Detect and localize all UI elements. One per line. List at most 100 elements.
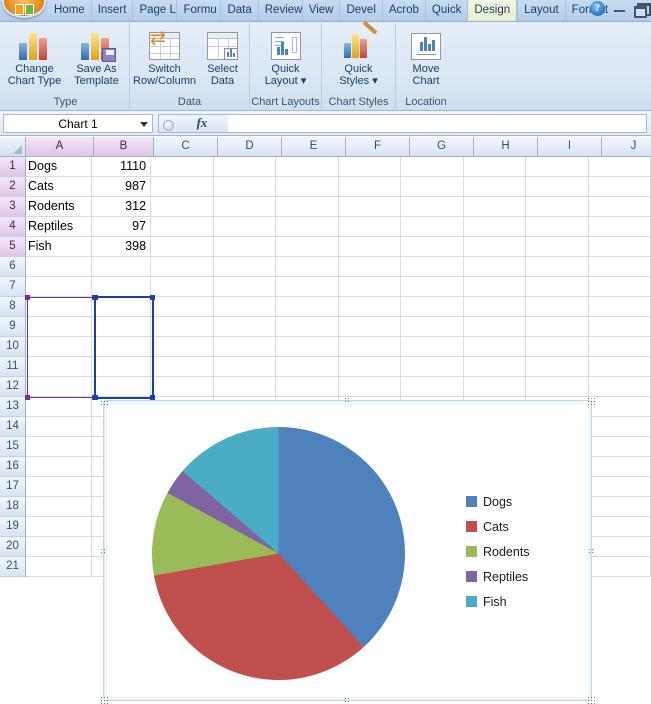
column-header-D[interactable]: D — [218, 137, 282, 157]
cell-I6[interactable] — [526, 257, 589, 277]
tab-layout[interactable]: Layout — [517, 0, 565, 21]
row-header-5[interactable]: 5 — [0, 237, 26, 257]
cell-D10[interactable] — [214, 337, 277, 357]
cell-E3[interactable] — [276, 197, 339, 217]
row-header-16[interactable]: 16 — [0, 457, 26, 477]
cell-C11[interactable] — [151, 357, 214, 377]
cell-C6[interactable] — [151, 257, 214, 277]
cell-C3[interactable] — [151, 197, 214, 217]
row-header-18[interactable]: 18 — [0, 497, 26, 517]
cell-J20[interactable] — [589, 537, 651, 557]
row-header-20[interactable]: 20 — [0, 537, 26, 557]
chart-object[interactable]: DogsCatsRodentsReptilesFish — [103, 400, 592, 701]
cell-F12[interactable] — [339, 377, 402, 397]
cell-H7[interactable] — [464, 277, 527, 297]
save-as-template-button[interactable]: Save As Template — [66, 23, 128, 93]
cell-D11[interactable] — [214, 357, 277, 377]
cell-J12[interactable] — [589, 377, 651, 397]
cell-B9[interactable] — [92, 317, 151, 337]
cell-H11[interactable] — [464, 357, 527, 377]
cell-J15[interactable] — [589, 437, 651, 457]
row-header-14[interactable]: 14 — [0, 417, 26, 437]
cell-G6[interactable] — [401, 257, 464, 277]
chart-handle-middle-left[interactable] — [100, 548, 107, 555]
cell-I12[interactable] — [526, 377, 589, 397]
cell-B4[interactable]: 97 — [92, 217, 151, 237]
row-header-7[interactable]: 7 — [0, 277, 26, 297]
row-header-9[interactable]: 9 — [0, 317, 26, 337]
cell-G7[interactable] — [401, 277, 464, 297]
cell-H8[interactable] — [464, 297, 527, 317]
cell-I1[interactable] — [526, 157, 589, 177]
cell-A4[interactable]: Reptiles — [26, 217, 92, 237]
cell-A15[interactable] — [26, 437, 92, 457]
cell-D12[interactable] — [214, 377, 277, 397]
row-header-6[interactable]: 6 — [0, 257, 26, 277]
cell-A18[interactable] — [26, 497, 92, 517]
insert-function-icon[interactable]: fx — [176, 114, 228, 133]
cell-C9[interactable] — [151, 317, 214, 337]
chart-legend[interactable]: DogsCatsRodentsReptilesFish — [460, 401, 580, 702]
cell-A9[interactable] — [26, 317, 92, 337]
cell-J1[interactable] — [589, 157, 651, 177]
cell-A12[interactable] — [26, 377, 92, 397]
cell-A16[interactable] — [26, 457, 92, 477]
cell-J17[interactable] — [589, 477, 651, 497]
chart-handle-bottom-left[interactable] — [100, 696, 108, 704]
formula-input[interactable] — [228, 114, 647, 133]
cell-G8[interactable] — [401, 297, 464, 317]
cell-B8[interactable] — [92, 297, 151, 317]
cell-A5[interactable]: Fish — [26, 237, 92, 257]
cell-I5[interactable] — [526, 237, 589, 257]
cell-J18[interactable] — [589, 497, 651, 517]
cell-A19[interactable] — [26, 517, 92, 537]
cell-G4[interactable] — [401, 217, 464, 237]
cell-H10[interactable] — [464, 337, 527, 357]
move-chart-button[interactable]: Move Chart — [396, 23, 456, 93]
cell-J3[interactable] — [589, 197, 651, 217]
chart-handle-top-center[interactable] — [344, 397, 351, 404]
cell-E12[interactable] — [276, 377, 339, 397]
cell-F7[interactable] — [339, 277, 402, 297]
tab-view[interactable]: View — [302, 0, 340, 21]
cell-B11[interactable] — [92, 357, 151, 377]
cell-I2[interactable] — [526, 177, 589, 197]
row-header-10[interactable]: 10 — [0, 337, 26, 357]
cell-B12[interactable] — [92, 377, 151, 397]
cell-I10[interactable] — [526, 337, 589, 357]
cell-I3[interactable] — [526, 197, 589, 217]
row-header-4[interactable]: 4 — [0, 217, 26, 237]
row-header-19[interactable]: 19 — [0, 517, 26, 537]
cell-E5[interactable] — [276, 237, 339, 257]
cell-B10[interactable] — [92, 337, 151, 357]
switch-row-column-button[interactable]: ⇄ Switch Row/Column — [132, 23, 198, 93]
cell-D4[interactable] — [214, 217, 277, 237]
cell-H3[interactable] — [464, 197, 527, 217]
cell-H5[interactable] — [464, 237, 527, 257]
cell-F8[interactable] — [339, 297, 402, 317]
row-header-1[interactable]: 1 — [0, 157, 26, 177]
row-header-13[interactable]: 13 — [0, 397, 26, 417]
cell-J14[interactable] — [589, 417, 651, 437]
cell-F1[interactable] — [339, 157, 402, 177]
change-chart-type-button[interactable]: Change Chart Type — [4, 23, 66, 93]
cell-G11[interactable] — [401, 357, 464, 377]
quick-layout-button[interactable]: Quick Layout ▾ — [255, 23, 317, 93]
cell-D9[interactable] — [214, 317, 277, 337]
cell-F5[interactable] — [339, 237, 402, 257]
chart-handle-top-left[interactable] — [100, 397, 108, 405]
row-header-11[interactable]: 11 — [0, 357, 26, 377]
chart-handle-bottom-right[interactable] — [587, 696, 595, 704]
cell-J8[interactable] — [589, 297, 651, 317]
cell-G3[interactable] — [401, 197, 464, 217]
tab-data[interactable]: Data — [220, 0, 257, 21]
cell-G9[interactable] — [401, 317, 464, 337]
cell-B3[interactable]: 312 — [92, 197, 151, 217]
cell-D5[interactable] — [214, 237, 277, 257]
cell-A11[interactable] — [26, 357, 92, 377]
cell-A8[interactable] — [26, 297, 92, 317]
cell-J10[interactable] — [589, 337, 651, 357]
chart-handle-bottom-center[interactable] — [344, 697, 351, 704]
cell-J16[interactable] — [589, 457, 651, 477]
cell-C2[interactable] — [151, 177, 214, 197]
